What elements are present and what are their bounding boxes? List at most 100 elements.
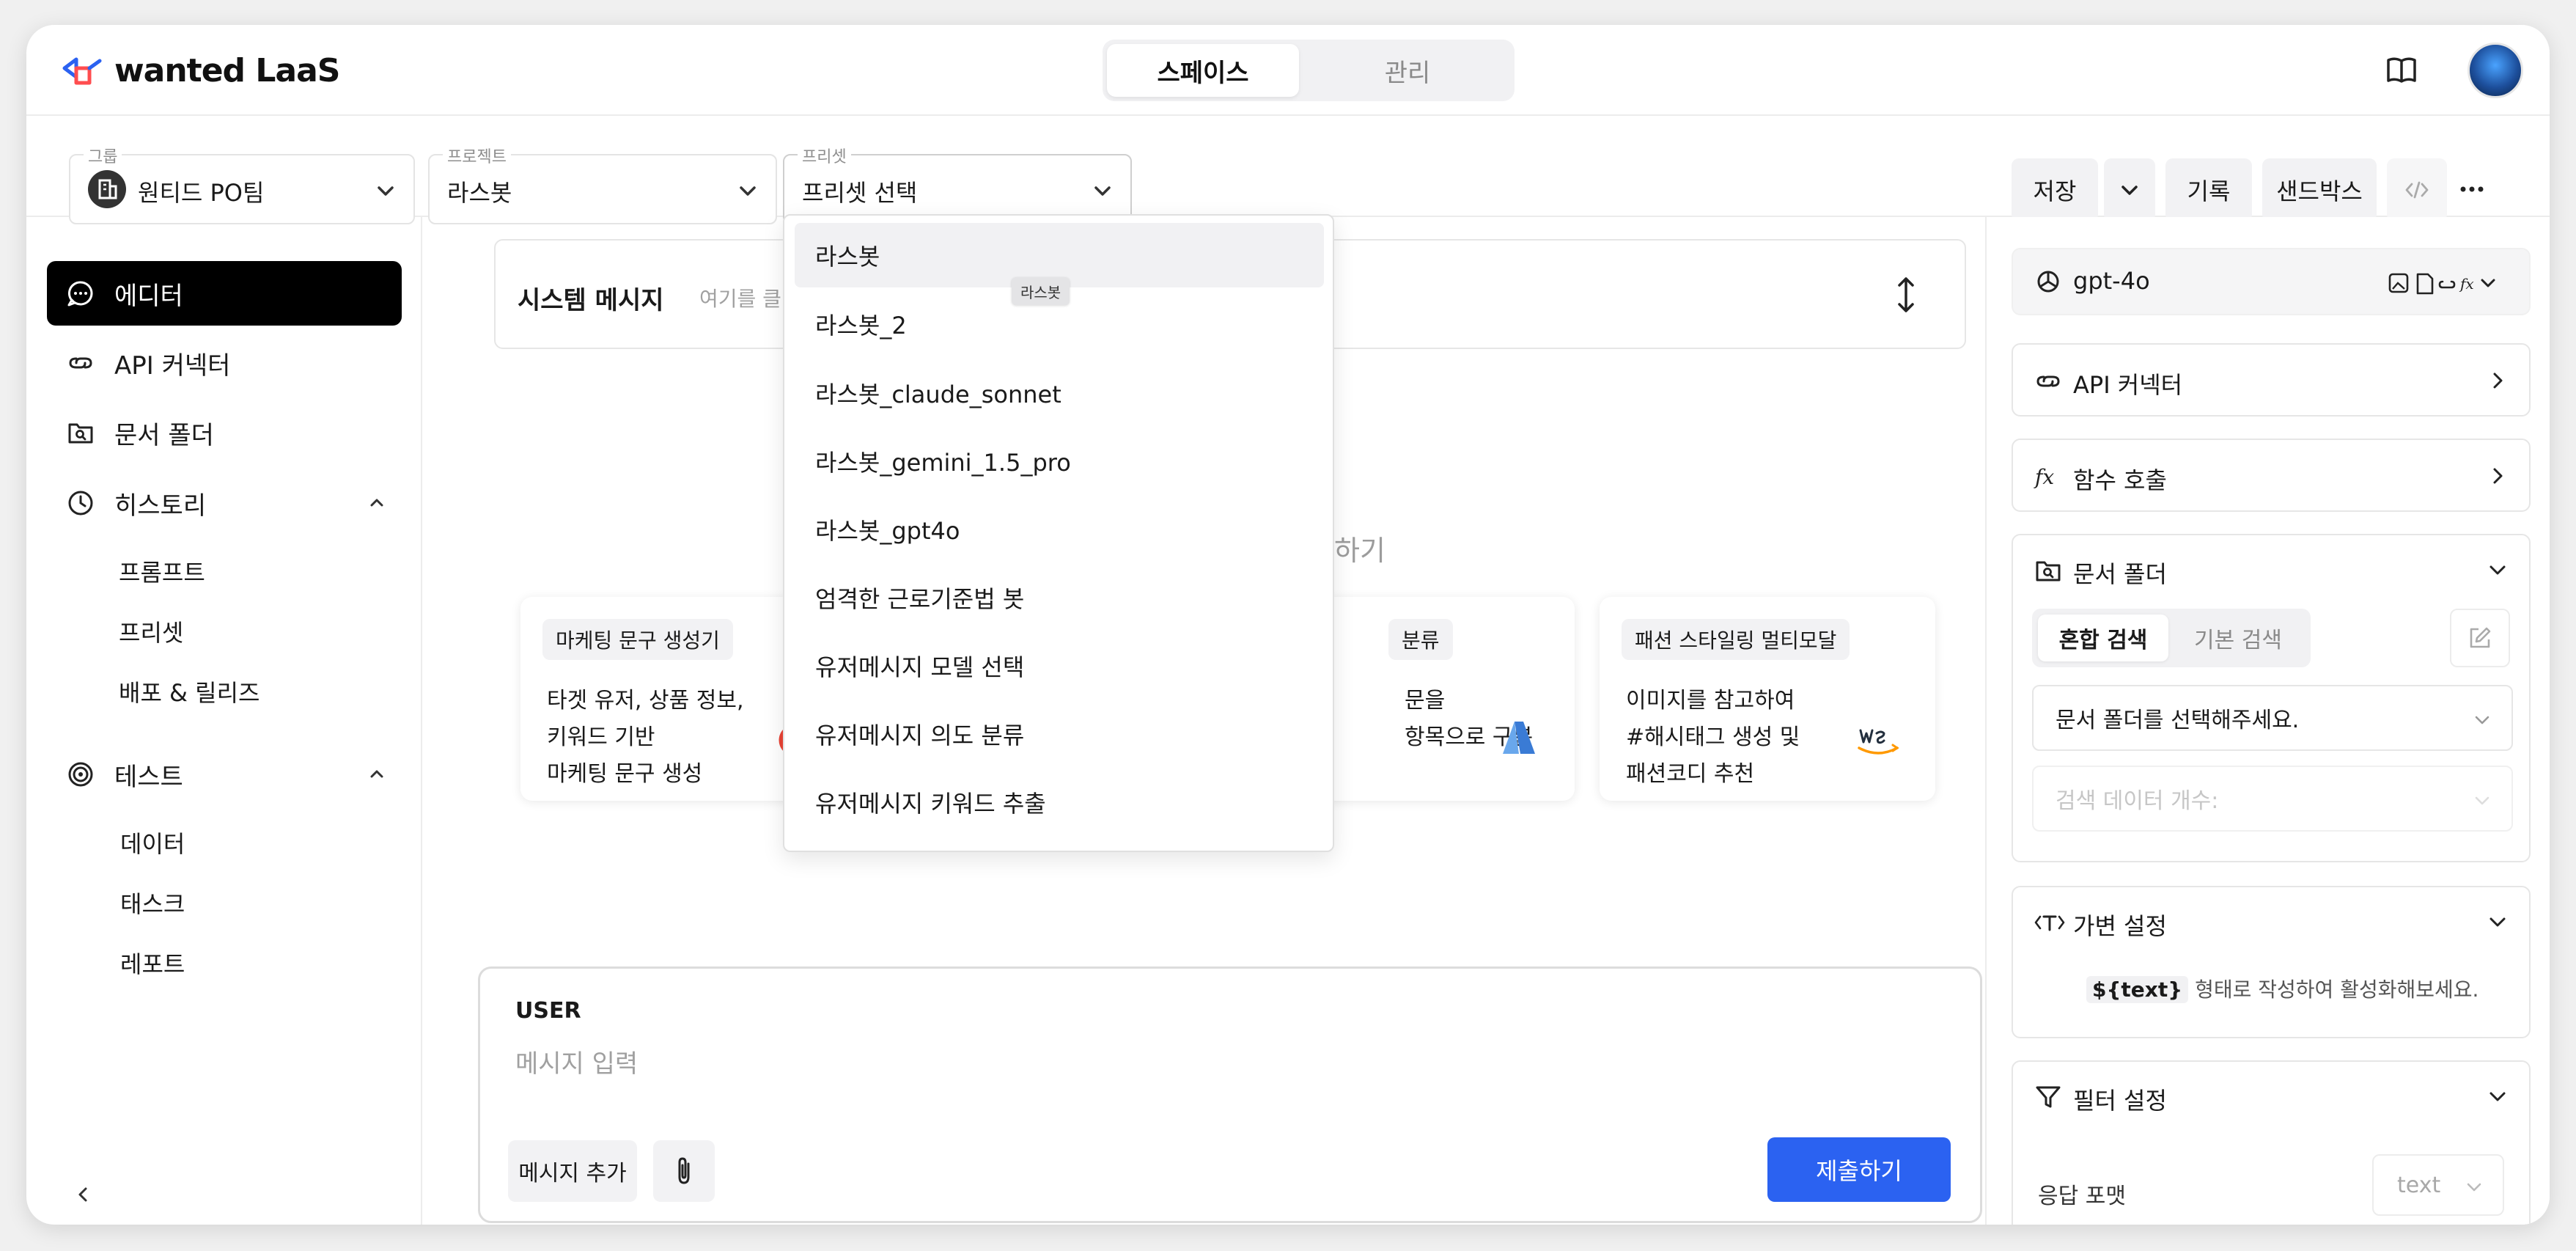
function-icon: fx — [2034, 465, 2054, 489]
sidebar-item-test[interactable]: 테스트 — [47, 742, 402, 807]
hover-tooltip: 라스봇 — [1012, 277, 1070, 305]
user-role-label: USER — [515, 998, 581, 1024]
card-text: #해시태그 생성 및 — [1626, 724, 1800, 750]
search-mode-hybrid[interactable]: 혼합 검색 — [2038, 615, 2168, 661]
card-text: 패션코디 추천 — [1626, 761, 1755, 787]
doc-folder-section: 문서 폴더 혼합 검색 기본 검색 문서 폴더를 선택해주세요. 검색 데이터 … — [2012, 534, 2531, 862]
more-options-icon[interactable] — [2457, 177, 2487, 201]
preset-option[interactable]: 라스봇_gemini_1.5_pro — [795, 429, 1324, 494]
sidebar-subitem-report[interactable]: 레포트 — [120, 946, 185, 980]
expand-vertical-icon[interactable] — [1891, 274, 1921, 315]
add-message-button[interactable]: 메시지 추가 — [508, 1140, 637, 1202]
card-chip: 분류 — [1388, 619, 1453, 660]
right-settings-panel: gpt-4o fx API 커넥터 fx 함수 호출 문서 폴더 혼합 검색 기… — [1985, 217, 2550, 1225]
svg-text:fx: fx — [2034, 465, 2054, 489]
chevron-down-icon — [2467, 1183, 2481, 1192]
model-select[interactable]: gpt-4o fx — [2012, 248, 2531, 315]
sidebar-subitem-prompt[interactable]: 프롬프트 — [119, 554, 205, 588]
variable-hint-text: 형태로 작성하여 활성화해보세요. — [2195, 977, 2479, 1002]
chevron-down-icon — [2475, 796, 2489, 805]
response-format-select[interactable]: text — [2372, 1154, 2504, 1216]
sidebar-item-api-connector[interactable]: API 커넥터 — [47, 331, 402, 395]
chevron-down-icon[interactable] — [2487, 911, 2509, 933]
chevron-down-icon[interactable] — [2487, 1085, 2509, 1107]
logo-mark-icon — [62, 57, 102, 85]
sidebar-subitem-data[interactable]: 데이터 — [120, 826, 185, 859]
filter-settings-title: 필터 설정 — [2073, 1087, 2167, 1115]
code-view-button[interactable] — [2387, 158, 2447, 221]
system-message-title: 시스템 메시지 — [518, 286, 664, 315]
code-icon — [2405, 181, 2429, 199]
sidebar-item-doc-folder[interactable]: 문서 폴더 — [47, 400, 402, 465]
tab-space[interactable]: 스페이스 — [1107, 44, 1299, 97]
user-message-box: USER 메시지 입력 메시지 추가 제출하기 — [478, 966, 1982, 1223]
preset-option[interactable]: 유저메시지 모델 선택 — [795, 634, 1324, 698]
card-text: 타겟 유저, 상품 정보, — [547, 688, 744, 713]
variable-settings-title: 가변 설정 — [2073, 912, 2167, 940]
message-input[interactable]: 메시지 입력 — [515, 1043, 638, 1079]
collapse-sidebar-icon[interactable] — [70, 1182, 95, 1207]
logo[interactable]: wanted LaaS — [60, 48, 340, 92]
history-button[interactable]: 기록 — [2165, 158, 2252, 221]
function-call-row[interactable]: fx 함수 호출 — [2012, 439, 2531, 512]
card-chip: 패션 스타일링 멀티모달 — [1622, 619, 1850, 660]
project-select[interactable]: 프로젝트 라스봇 — [428, 144, 777, 224]
preset-dropdown-menu: 라스봇 라스봇_2 라스봇_claude_sonnet 라스봇_gemini_1… — [783, 214, 1334, 852]
card-text: 이미지를 참고하여 — [1626, 688, 1795, 713]
chevron-up-icon — [370, 770, 383, 778]
card-chip: 마케팅 문구 생성기 — [542, 619, 733, 660]
card-text: 키워드 기반 — [547, 724, 655, 750]
app-window: wanted LaaS 스페이스 관리 그룹 원티드 PO팀 프로젝트 라스봇 … — [26, 25, 2550, 1225]
group-building-icon — [88, 170, 126, 208]
api-connector-row[interactable]: API 커넥터 — [2012, 343, 2531, 417]
preset-option[interactable]: 라스봇_gpt4o — [795, 497, 1324, 562]
sidebar-subitem-preset[interactable]: 프리셋 — [119, 615, 183, 648]
target-icon — [68, 762, 93, 787]
sidebar-item-editor[interactable]: 에디터 — [47, 261, 402, 326]
sidebar-item-label: 문서 폴더 — [114, 420, 214, 450]
attach-file-button[interactable] — [653, 1140, 715, 1202]
sidebar: 에디터 API 커넥터 문서 폴더 히스토리 프롬프트 프리셋 배포 & 릴리즈 — [26, 217, 422, 1225]
tab-manage[interactable]: 관리 — [1305, 44, 1510, 97]
search-count-placeholder: 검색 데이터 개수: — [2056, 788, 2219, 814]
model-capability-icons: fx — [2388, 273, 2495, 295]
sidebar-item-label: 에디터 — [114, 281, 183, 311]
variable-settings-section: 가변 설정 ${text} 형태로 작성하여 활성화해보세요. — [2012, 886, 2531, 1038]
chevron-down-icon — [740, 186, 756, 196]
search-count-select[interactable]: 검색 데이터 개수: — [2032, 766, 2513, 832]
toolbar: 그룹 원티드 PO팀 프로젝트 라스봇 프리셋 프리셋 선택 저장 기록 샌드박… — [26, 116, 2550, 224]
card-text: 문을 — [1405, 688, 1446, 713]
chevron-down-icon — [2121, 186, 2138, 195]
save-options-button[interactable] — [2104, 158, 2155, 221]
api-connector-label: API 커넥터 — [2073, 371, 2183, 399]
chevron-down-icon[interactable] — [2487, 559, 2509, 581]
chat-bubble-icon — [67, 281, 93, 307]
sidebar-item-history[interactable]: 히스토리 — [47, 471, 402, 535]
user-avatar[interactable] — [2468, 43, 2523, 98]
group-select-value: 원티드 PO팀 — [138, 179, 265, 207]
doc-folder-select[interactable]: 문서 폴더를 선택해주세요. — [2032, 685, 2513, 751]
sidebar-subitem-release[interactable]: 배포 & 릴리즈 — [119, 675, 260, 708]
paperclip-icon — [678, 1157, 690, 1184]
submit-button[interactable]: 제출하기 — [1767, 1137, 1951, 1202]
response-format-value: text — [2397, 1172, 2441, 1198]
preset-select-value: 프리셋 선택 — [802, 179, 918, 207]
edit-folder-button[interactable] — [2450, 609, 2510, 667]
group-select[interactable]: 그룹 원티드 PO팀 — [69, 144, 415, 224]
docs-book-icon[interactable] — [2384, 53, 2419, 88]
preset-option[interactable]: 유저메시지 키워드 추출 — [795, 770, 1324, 834]
sidebar-item-label: 테스트 — [114, 762, 183, 792]
top-header: wanted LaaS 스페이스 관리 — [26, 25, 2550, 116]
azure-logo-icon — [1503, 722, 1535, 754]
preset-option[interactable]: 라스봇_claude_sonnet — [795, 361, 1324, 425]
preset-option[interactable]: 엄격한 근로기준법 봇 — [795, 565, 1324, 630]
save-button[interactable]: 저장 — [2012, 158, 2098, 221]
preset-option[interactable]: 유저메시지 의도 분류 — [795, 702, 1324, 766]
chevron-down-icon — [378, 186, 394, 196]
clock-icon — [68, 491, 93, 516]
sidebar-subitem-task[interactable]: 태스크 — [120, 886, 185, 920]
search-mode-basic[interactable]: 기본 검색 — [2171, 615, 2305, 661]
variable-hint: ${text} 형태로 작성하여 활성화해보세요. — [2086, 974, 2479, 1003]
sandbox-button[interactable]: 샌드박스 — [2262, 158, 2377, 221]
example-card[interactable]: 패션 스타일링 멀티모달 이미지를 참고하여 #해시태그 생성 및 패션코디 추… — [1600, 597, 1935, 801]
